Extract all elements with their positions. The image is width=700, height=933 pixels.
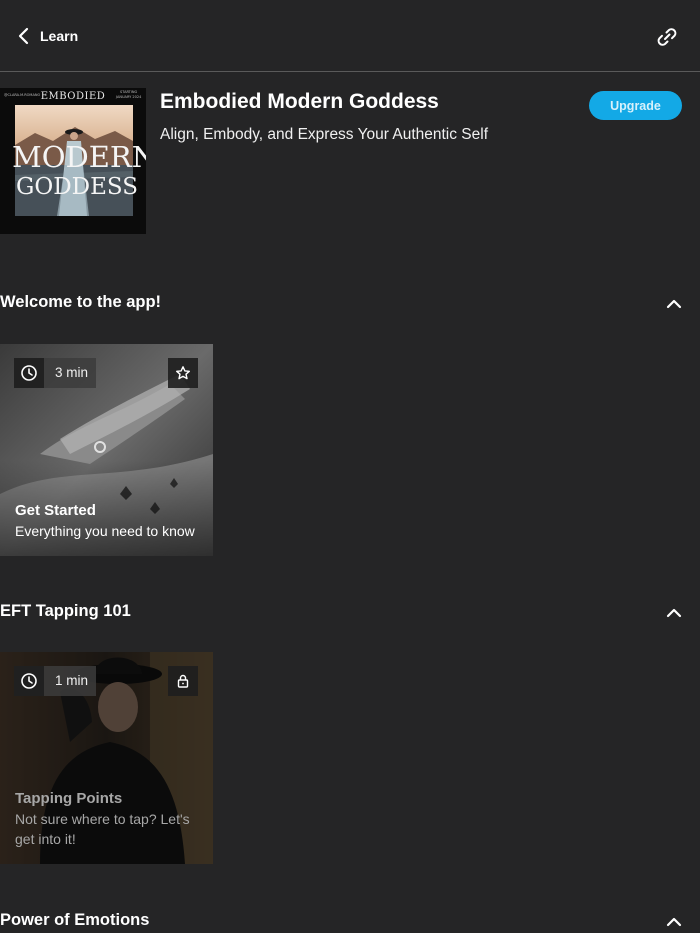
section-header-welcome[interactable]: Welcome to the app! [0, 291, 700, 317]
back-button[interactable]: Learn [14, 24, 78, 48]
top-bar: Learn [0, 0, 700, 72]
program-cover-image: @CLARA.M.ROMANO EMBODIED STARTING JANUAR… [0, 88, 146, 234]
lesson-description: Not sure where to tap? Let's get into it… [15, 811, 190, 847]
lesson-card-tapping-points[interactable]: 1 min Tapping Points Not sure where to t… [0, 652, 213, 864]
lesson-description: Everything you need to know [15, 523, 195, 539]
lesson-title: Get Started [15, 502, 96, 519]
share-link-button[interactable] [654, 24, 680, 50]
duration-text: 3 min [55, 365, 89, 380]
clock-icon [14, 358, 44, 388]
duration-badge: 1 min [14, 666, 97, 696]
lesson-title: Tapping Points [15, 790, 123, 807]
chevron-up-icon [666, 299, 682, 309]
program-title: Embodied Modern Goddess [160, 90, 439, 113]
section-title: EFT Tapping 101 [0, 602, 131, 620]
section-title: Power of Emotions [0, 911, 150, 929]
duration-badge: 3 min [14, 358, 97, 388]
duration-text: 1 min [55, 673, 89, 688]
cover-title-modern: MODERN [12, 140, 146, 174]
cover-start: STARTING [120, 90, 138, 94]
lesson-card-get-started[interactable]: 3 min Get Started Everything you need to… [0, 344, 213, 556]
link-icon [657, 28, 677, 46]
lock-icon [177, 674, 189, 688]
locked-indicator [168, 666, 198, 696]
star-icon [176, 366, 190, 380]
clock-icon [14, 666, 44, 696]
section-header-eft-tapping[interactable]: EFT Tapping 101 [0, 600, 700, 626]
section-header-power-of-emotions[interactable]: Power of Emotions [0, 909, 700, 933]
chevron-left-icon [18, 27, 29, 45]
favorite-button[interactable] [168, 358, 198, 388]
chevron-up-icon [666, 608, 682, 618]
chevron-up-icon [666, 917, 682, 927]
section-title: Welcome to the app! [0, 293, 162, 311]
upgrade-button[interactable]: Upgrade [589, 91, 682, 120]
cover-title-goddess: GODDESS [16, 174, 139, 200]
cover-date: JANUARY 2024 [116, 95, 142, 99]
back-label: Learn [40, 28, 79, 44]
program-subtitle: Align, Embody, and Express Your Authenti… [160, 126, 488, 143]
